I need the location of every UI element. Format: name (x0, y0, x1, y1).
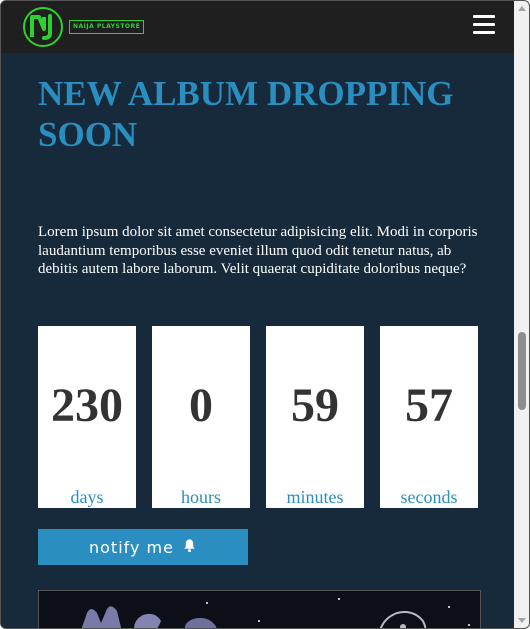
album-description: Lorem ipsum dolor sit amet consectetur a… (38, 224, 478, 277)
days-label: days (70, 487, 104, 507)
scroll-down-arrow-icon[interactable] (518, 618, 526, 623)
minutes-value: 59 (291, 379, 339, 432)
countdown-minutes: 59 minutes (266, 326, 364, 508)
site-logo[interactable]: NAIJA PLAYSTORE (23, 7, 153, 49)
scrollbar-thumb[interactable] (518, 332, 526, 410)
main-content: NEW ALBUM DROPPING SOON Lorem ipsum dolo… (1, 53, 514, 628)
seconds-label: seconds (400, 487, 458, 507)
page-scrollbar[interactable] (514, 1, 529, 628)
page-title: NEW ALBUM DROPPING SOON (38, 74, 454, 154)
countdown-seconds: 57 seconds (380, 326, 478, 508)
seconds-value: 57 (405, 379, 453, 432)
countdown-days: 230 days (38, 326, 136, 508)
hours-value: 0 (189, 379, 213, 432)
browser-viewport: NAIJA PLAYSTORE NEW ALBUM DROPPING SOON … (0, 0, 530, 629)
countdown-hours: 0 hours (152, 326, 250, 508)
days-value: 230 (51, 379, 123, 432)
notify-me-button[interactable]: notify me (38, 529, 248, 565)
minutes-label: minutes (286, 487, 344, 507)
nj-logo-icon (23, 7, 63, 47)
bell-icon (182, 538, 197, 557)
countdown-timer: 230 days 0 hours 59 minutes 57 seconds (38, 326, 479, 509)
album-cover-image (38, 590, 481, 628)
scroll-up-arrow-icon[interactable] (518, 6, 526, 11)
hours-label: hours (181, 487, 221, 507)
logo-text: NAIJA PLAYSTORE (69, 20, 145, 34)
hamburger-menu-icon[interactable] (473, 15, 495, 37)
notify-button-label: notify me (89, 537, 174, 557)
site-header: NAIJA PLAYSTORE (1, 1, 514, 53)
